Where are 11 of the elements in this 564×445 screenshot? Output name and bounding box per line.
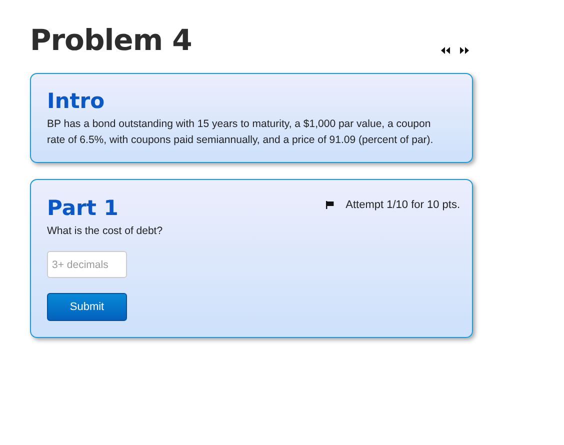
- previous-icon[interactable]: [441, 47, 450, 54]
- next-icon[interactable]: [460, 47, 469, 54]
- question-text: What is the cost of debt?: [47, 224, 164, 239]
- intro-text: BP has a bond outstanding with 15 years to maturity, a $1,000 par value, a coupon rate of 6.5%, with coupons paid semiannually, and a price of 91.09 (percent of par).: [47, 117, 434, 148]
- flag-icon[interactable]: [326, 201, 334, 210]
- answer-field[interactable]: 3+ decimals: [47, 251, 127, 278]
- attempt-text: Attempt 1/10 for 10 pts.: [346, 198, 460, 213]
- intro-heading: Intro: [47, 88, 106, 114]
- part-heading: Part 1: [47, 195, 118, 221]
- page-title: Problem 4: [30, 22, 192, 58]
- submit-button[interactable]: Submit: [47, 293, 127, 321]
